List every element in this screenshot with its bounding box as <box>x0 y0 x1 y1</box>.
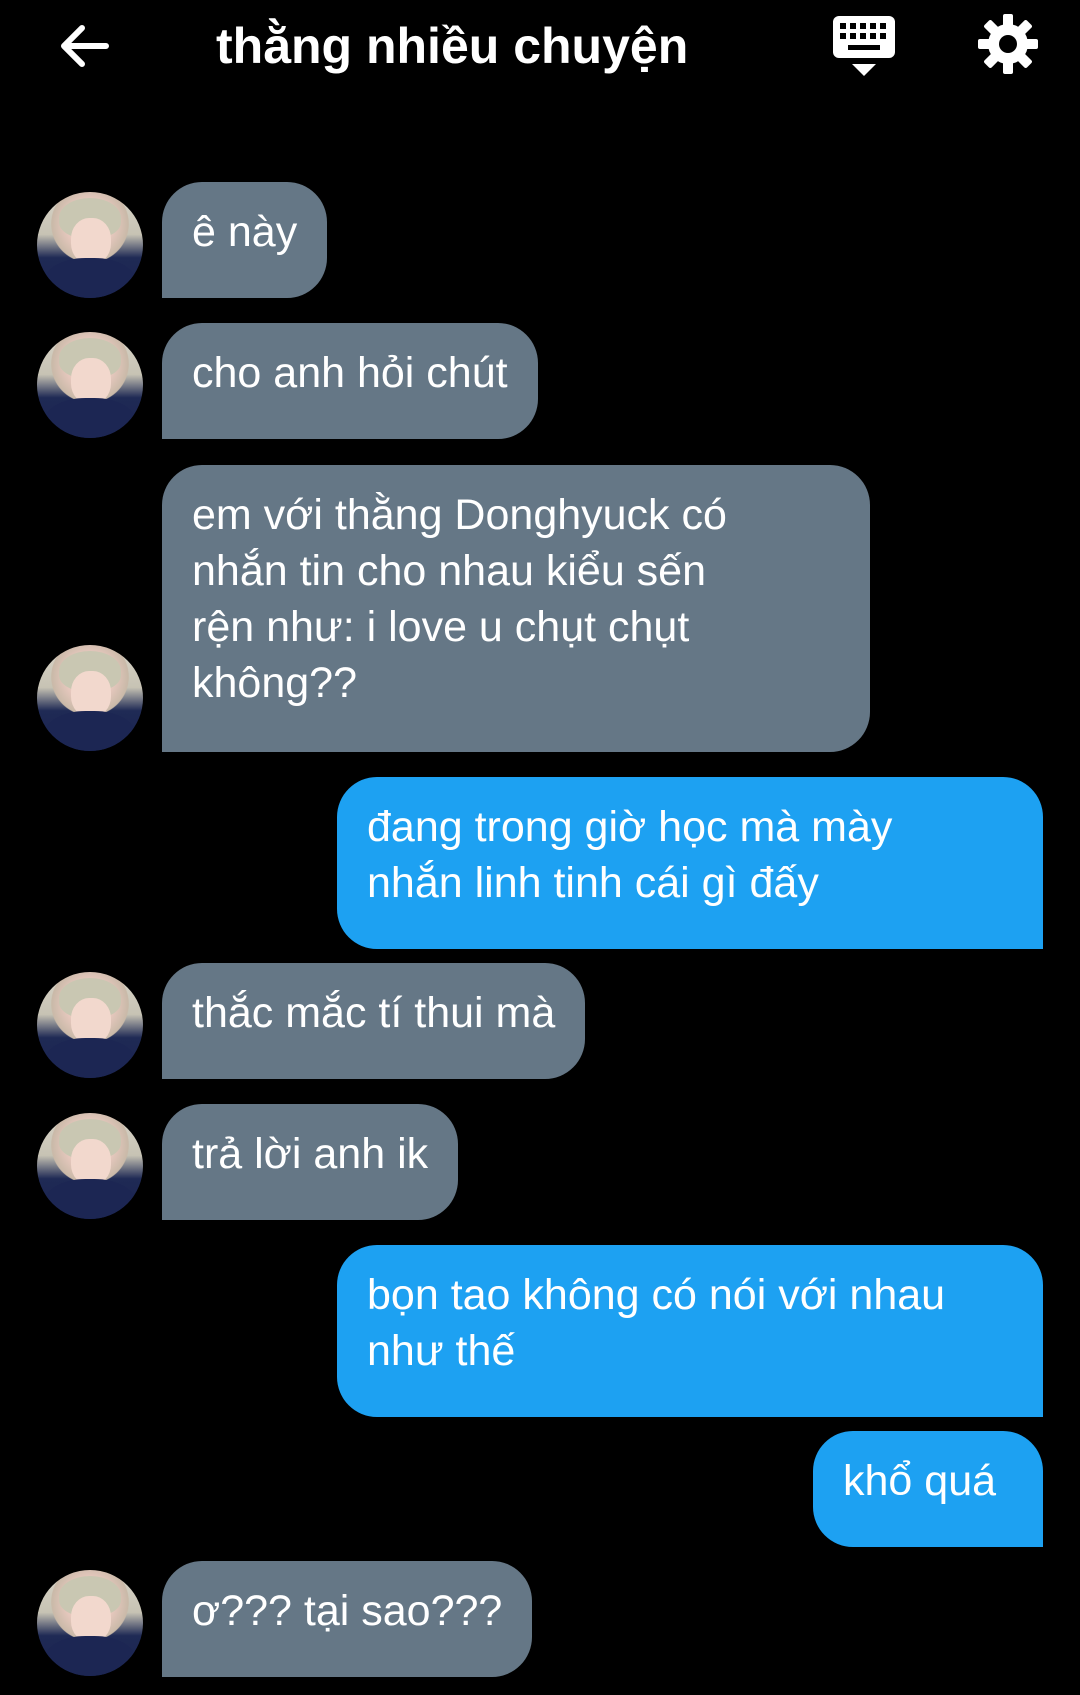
outgoing-message[interactable]: bọn tao không có nói với nhau như thế <box>337 1245 1043 1417</box>
contact-avatar[interactable] <box>37 972 143 1078</box>
incoming-message[interactable]: cho anh hỏi chút <box>162 323 538 439</box>
contact-avatar[interactable] <box>37 645 143 751</box>
outgoing-message[interactable]: khổ quá <box>813 1431 1043 1547</box>
incoming-message[interactable]: ê này <box>162 182 328 298</box>
outgoing-message[interactable]: đang trong giờ học mà mày nhắn linh tinh… <box>337 777 1043 949</box>
incoming-message[interactable]: em với thằng Donghyuck có nhắn tin cho n… <box>162 465 870 752</box>
contact-avatar[interactable] <box>37 1570 143 1676</box>
incoming-message[interactable]: ơ??? tại sao??? <box>162 1561 533 1677</box>
incoming-message[interactable]: trả lời anh ik <box>162 1104 459 1220</box>
contact-avatar[interactable] <box>37 332 143 438</box>
contact-avatar[interactable] <box>37 1113 143 1219</box>
message-thread: ê này cho anh hỏi chút em với thằng Dong… <box>0 0 1080 1695</box>
contact-avatar[interactable] <box>37 192 143 298</box>
incoming-message[interactable]: thắc mắc tí thui mà <box>162 963 586 1079</box>
